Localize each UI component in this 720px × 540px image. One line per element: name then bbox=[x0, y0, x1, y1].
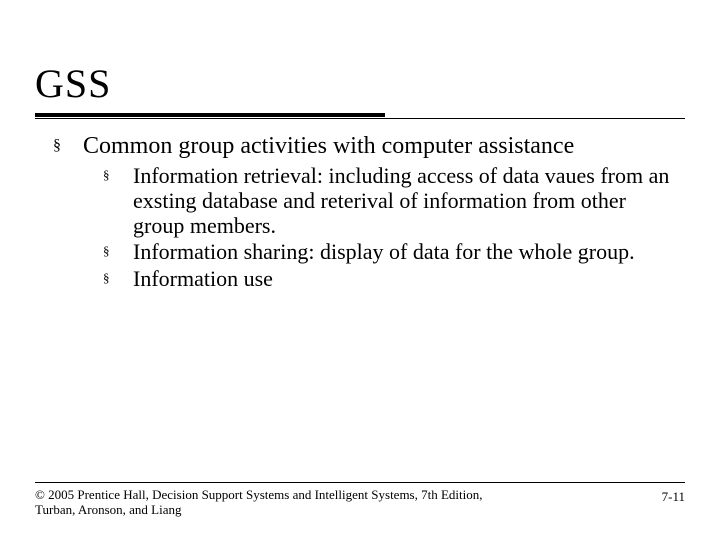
square-bullet-icon: § bbox=[103, 239, 133, 264]
bullet-level2: § Information use bbox=[103, 266, 685, 291]
bullet-text: Common group activities with computer as… bbox=[83, 133, 685, 161]
bullet-text: Information sharing: display of data for… bbox=[133, 239, 685, 264]
sub-bullet-group: § Information retrieval: including acces… bbox=[103, 163, 685, 291]
slide-title: GSS bbox=[35, 60, 685, 107]
footer-row: © 2005 Prentice Hall, Decision Support S… bbox=[35, 487, 685, 518]
slide: GSS § Common group activities with compu… bbox=[0, 0, 720, 540]
bullet-text: Information retrieval: including access … bbox=[133, 163, 685, 239]
square-bullet-icon: § bbox=[103, 163, 133, 239]
bullet-text: Information use bbox=[133, 266, 685, 291]
square-bullet-icon: § bbox=[53, 133, 83, 161]
title-rule-thick bbox=[35, 113, 385, 117]
copyright-text: © 2005 Prentice Hall, Decision Support S… bbox=[35, 487, 515, 518]
square-bullet-icon: § bbox=[103, 266, 133, 291]
bullet-level2: § Information sharing: display of data f… bbox=[103, 239, 685, 264]
title-rule-thin bbox=[35, 118, 685, 119]
footer-rule bbox=[35, 482, 685, 483]
content-area: § Common group activities with computer … bbox=[35, 133, 685, 291]
footer: © 2005 Prentice Hall, Decision Support S… bbox=[35, 482, 685, 518]
page-number: 7-11 bbox=[662, 487, 685, 505]
bullet-level2: § Information retrieval: including acces… bbox=[103, 163, 685, 239]
bullet-level1: § Common group activities with computer … bbox=[53, 133, 685, 161]
